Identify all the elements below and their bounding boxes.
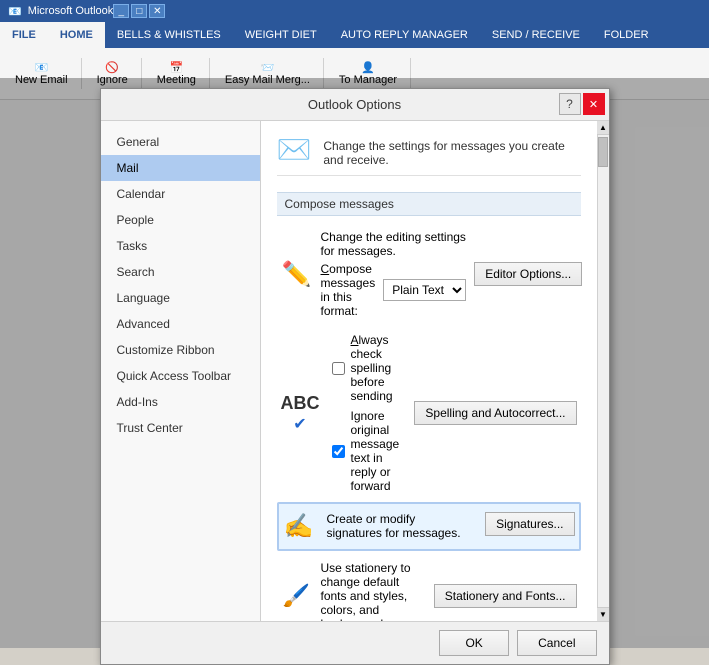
nav-item-customize-ribbon[interactable]: Customize Ribbon	[101, 337, 260, 363]
scrollbar: ▲ ▼	[597, 121, 609, 621]
spelling-row: ABC ✔ Always check spelling before sendi…	[277, 324, 581, 502]
modal-overlay: Outlook Options ? ✕ General Mail Calenda…	[0, 78, 709, 648]
stationery-label: Use stationery to change default fonts a…	[321, 561, 411, 621]
minimize-btn[interactable]: _	[113, 4, 129, 18]
dialog-body: General Mail Calendar People Tasks Searc…	[101, 121, 609, 621]
stationery-icon: 🖌️	[281, 583, 313, 609]
tab-send-receive[interactable]: SEND / RECEIVE	[480, 22, 592, 48]
dialog-title: Outlook Options	[109, 97, 601, 112]
tab-home[interactable]: HOME	[48, 22, 105, 48]
ignore-checkbox-row: Ignore original message text in reply or…	[328, 406, 407, 496]
spelling-autocorrect-btn[interactable]: Spelling and Autocorrect...	[414, 401, 576, 425]
scroll-thumb[interactable]	[598, 137, 608, 167]
ok-btn[interactable]: OK	[439, 630, 509, 656]
maximize-btn[interactable]: □	[131, 4, 147, 18]
nav-item-add-ins[interactable]: Add-Ins	[101, 389, 260, 415]
ignore-icon: 🚫	[105, 61, 119, 74]
dialog-footer: OK Cancel	[101, 621, 609, 664]
close-app-btn[interactable]: ✕	[149, 4, 165, 18]
stationery-fonts-btn[interactable]: Stationery and Fonts...	[434, 584, 577, 608]
editor-options-btn[interactable]: Editor Options...	[474, 262, 582, 286]
format-row: Compose messages in this format: Plain T…	[321, 262, 467, 318]
content-area: ✉️ Change the settings for messages you …	[261, 121, 609, 621]
content-header: ✉️ Change the settings for messages you …	[277, 133, 581, 176]
nav-item-language[interactable]: Language	[101, 285, 260, 311]
signatures-btn[interactable]: Signatures...	[485, 512, 574, 536]
nav-item-calendar[interactable]: Calendar	[101, 181, 260, 207]
abc-icon: ABC	[281, 393, 320, 414]
tab-folder[interactable]: FOLDER	[592, 22, 661, 48]
signatures-label: Create or modify signatures for messages…	[327, 512, 461, 540]
format-label: Compose messages in this format:	[321, 262, 376, 318]
editing-label: Change the editing settings for messages…	[321, 230, 467, 258]
app-icon: 📧	[8, 5, 22, 18]
scroll-up-btn[interactable]: ▲	[597, 121, 609, 135]
title-bar-controls: _ □ ✕	[113, 4, 165, 18]
dialog-title-bar: Outlook Options ? ✕	[101, 89, 609, 121]
ignore-label: Ignore original message text in reply or…	[351, 409, 403, 493]
compose-section-header: Compose messages	[277, 192, 581, 216]
ribbon-tabs: FILE HOME BELLS & WHISTLES WEIGHT DIET A…	[0, 22, 709, 48]
signature-icon: ✍️	[283, 512, 315, 541]
editor-option-content: Change the editing settings for messages…	[321, 230, 467, 318]
format-select[interactable]: Plain Text HTML Rich Text	[383, 279, 466, 301]
nav-item-mail[interactable]: Mail	[101, 155, 260, 181]
nav-item-advanced[interactable]: Advanced	[101, 311, 260, 337]
nav-item-tasks[interactable]: Tasks	[101, 233, 260, 259]
tab-autoreply[interactable]: AUTO REPLY MANAGER	[329, 22, 480, 48]
options-dialog: Outlook Options ? ✕ General Mail Calenda…	[100, 88, 610, 665]
new-email-icon: 📧	[34, 61, 48, 74]
check-mark-icon: ✔	[293, 414, 306, 434]
stationery-content: Use stationery to change default fonts a…	[321, 561, 426, 621]
mail-merge-icon: 📨	[261, 61, 275, 74]
dialog-nav: General Mail Calendar People Tasks Searc…	[101, 121, 261, 621]
manager-icon: 👤	[361, 61, 375, 74]
dialog-controls: ? ✕	[559, 93, 605, 115]
spelling-checkbox-row: Always check spelling before sending	[328, 330, 407, 406]
signatures-content: Create or modify signatures for messages…	[327, 512, 474, 540]
dialog-help-btn[interactable]: ?	[559, 93, 581, 115]
spelling-label: Always check spelling before sending	[351, 333, 403, 403]
cancel-btn[interactable]: Cancel	[517, 630, 596, 656]
dialog-close-btn[interactable]: ✕	[583, 93, 605, 115]
nav-item-people[interactable]: People	[101, 207, 260, 233]
tab-weight[interactable]: WEIGHT DIET	[233, 22, 329, 48]
outlook-window: 📧 Microsoft Outlook _ □ ✕ FILE HOME BELL…	[0, 0, 709, 648]
stationery-row: 🖌️ Use stationery to change default font…	[277, 555, 581, 621]
nav-item-general[interactable]: General	[101, 129, 260, 155]
spelling-checkbox[interactable]	[332, 362, 345, 375]
title-bar: 📧 Microsoft Outlook _ □ ✕	[0, 0, 709, 22]
content-header-text: Change the settings for messages you cre…	[323, 133, 580, 167]
meeting-icon: 📅	[170, 61, 184, 74]
spelling-options: Always check spelling before sending Ign…	[328, 330, 407, 496]
mail-envelope-icon: ✉️	[277, 133, 312, 166]
title-bar-text: Microsoft Outlook	[28, 5, 114, 17]
spelling-icons: ABC ✔	[281, 393, 320, 434]
ignore-checkbox[interactable]	[332, 445, 345, 458]
editing-icon: ✏️	[281, 260, 313, 289]
tab-bells[interactable]: BELLS & WHISTLES	[105, 22, 233, 48]
dialog-content: ✉️ Change the settings for messages you …	[261, 121, 597, 621]
nav-item-quick-access[interactable]: Quick Access Toolbar	[101, 363, 260, 389]
nav-item-trust-center[interactable]: Trust Center	[101, 415, 260, 441]
editor-options-row: ✏️ Change the editing settings for messa…	[277, 224, 581, 324]
tab-file[interactable]: FILE	[0, 22, 48, 48]
scroll-down-btn[interactable]: ▼	[597, 607, 609, 621]
signatures-row: ✍️ Create or modify signatures for messa…	[277, 502, 581, 551]
nav-item-search[interactable]: Search	[101, 259, 260, 285]
